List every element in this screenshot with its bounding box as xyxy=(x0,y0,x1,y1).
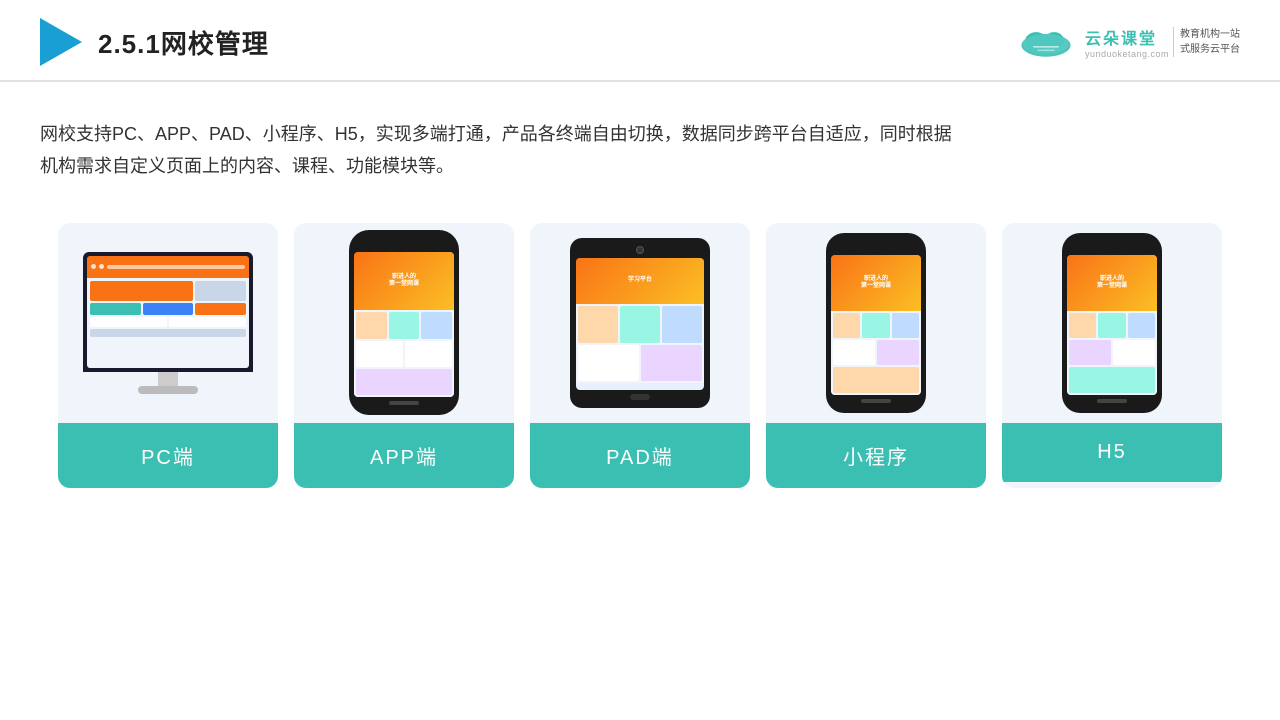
app-image-area: 职进人的第一堂网课 xyxy=(294,223,514,423)
h5-card: 职进人的第一堂网课 xyxy=(1002,223,1222,488)
brand-url: yunduoketang.com xyxy=(1085,49,1169,59)
cloud-icon xyxy=(1011,24,1081,60)
pad-card: 学习平台 PAD端 xyxy=(530,223,750,488)
brand-logo: 云朵课堂 yunduoketang.com 教育机构一站 式服务云平台 xyxy=(1011,24,1240,60)
miniprogram-image-area: 职进人的第一堂网课 xyxy=(766,223,986,423)
page-title: 2.5.1网校管理 xyxy=(98,24,269,61)
header-left: 2.5.1网校管理 xyxy=(40,18,269,66)
h5-phone-icon: 职进人的第一堂网课 xyxy=(1062,233,1162,413)
app-label: APP端 xyxy=(294,423,514,488)
brand-slogan: 教育机构一站 式服务云平台 xyxy=(1173,27,1240,57)
miniprogram-card: 职进人的第一堂网课 xyxy=(766,223,986,488)
pc-label: PC端 xyxy=(58,423,278,488)
pad-image-area: 学习平台 xyxy=(530,223,750,423)
miniprogram-label: 小程序 xyxy=(766,423,986,488)
pc-image-area xyxy=(58,223,278,423)
cards-section: PC端 职进人的第一堂网课 xyxy=(0,203,1280,518)
brand-text-block: 云朵课堂 yunduoketang.com xyxy=(1085,25,1169,59)
h5-label: H5 xyxy=(1002,423,1222,482)
miniprogram-phone-icon: 职进人的第一堂网课 xyxy=(826,233,926,413)
app-card: 职进人的第一堂网课 xyxy=(294,223,514,488)
brand-name: 云朵课堂 xyxy=(1085,25,1169,49)
pad-label: PAD端 xyxy=(530,423,750,488)
h5-image-area: 职进人的第一堂网课 xyxy=(1002,223,1222,423)
logo-triangle-icon xyxy=(40,18,82,66)
pad-tablet-icon: 学习平台 xyxy=(570,238,710,408)
app-phone-icon: 职进人的第一堂网课 xyxy=(349,230,459,415)
description-text: 网校支持PC、APP、PAD、小程序、H5，实现多端打通，产品各终端自由切换，数… xyxy=(0,82,1000,203)
pc-card: PC端 xyxy=(58,223,278,488)
page-header: 2.5.1网校管理 云朵课堂 yunduoketang.com 教育机构一站 式… xyxy=(0,0,1280,82)
pc-monitor-icon xyxy=(83,252,253,394)
